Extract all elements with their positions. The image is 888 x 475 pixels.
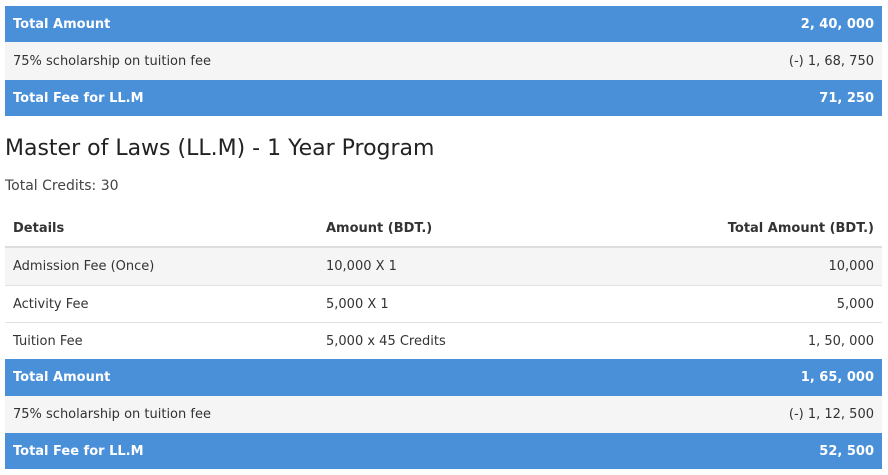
row-total: 5,000 — [836, 296, 874, 312]
total-fee-value: 52, 500 — [819, 443, 874, 459]
total-fee-row: Total Fee for LL.M 52, 500 — [5, 433, 882, 469]
top-scholarship-label: 75% scholarship on tuition fee — [13, 53, 211, 69]
top-scholarship-value: (-) 1, 68, 750 — [788, 53, 874, 69]
row-total: 10,000 — [828, 259, 875, 274]
total-amount-label: Total Amount — [13, 370, 111, 385]
top-total-amount-row: Total Amount 2, 40, 000 — [5, 6, 882, 42]
top-scholarship-row: 75% scholarship on tuition fee (-) 1, 68… — [5, 42, 882, 80]
row-details: Admission Fee (Once) — [13, 259, 155, 274]
row-amount: 10,000 X 1 — [326, 259, 397, 274]
top-total-fee-value: 71, 250 — [819, 90, 874, 106]
fee-table-header: Details Amount (BDT.) Total Amount (BDT.… — [5, 210, 882, 248]
header-details: Details — [13, 220, 65, 236]
table-row: Admission Fee (Once) 10,000 X 1 10,000 — [5, 248, 882, 285]
row-details: Tuition Fee — [13, 333, 83, 349]
header-amount: Amount (BDT.) — [326, 220, 433, 236]
scholarship-label: 75% scholarship on tuition fee — [13, 407, 211, 422]
total-amount-row: Total Amount 1, 65, 000 — [5, 359, 882, 396]
top-total-fee-row: Total Fee for LL.M 71, 250 — [5, 80, 882, 116]
table-row: Tuition Fee 5,000 x 45 Credits 1, 50, 00… — [5, 322, 882, 359]
row-amount: 5,000 X 1 — [326, 296, 389, 312]
total-credits: Total Credits: 30 — [5, 178, 119, 194]
total-amount-value: 1, 65, 000 — [800, 370, 874, 385]
header-total-amount: Total Amount (BDT.) — [727, 220, 874, 236]
top-total-fee-label: Total Fee for LL.M — [13, 90, 144, 106]
program-title: Master of Laws (LL.M) - 1 Year Program — [5, 136, 435, 161]
top-total-amount-value: 2, 40, 000 — [800, 16, 874, 32]
total-fee-label: Total Fee for LL.M — [13, 443, 144, 459]
row-amount: 5,000 x 45 Credits — [326, 333, 446, 349]
row-details: Activity Fee — [13, 296, 89, 312]
top-total-amount-label: Total Amount — [13, 16, 111, 32]
scholarship-row: 75% scholarship on tuition fee (-) 1, 12… — [5, 396, 882, 433]
row-total: 1, 50, 000 — [807, 333, 874, 349]
table-row: Activity Fee 5,000 X 1 5,000 — [5, 285, 882, 322]
scholarship-value: (-) 1, 12, 500 — [788, 407, 874, 422]
